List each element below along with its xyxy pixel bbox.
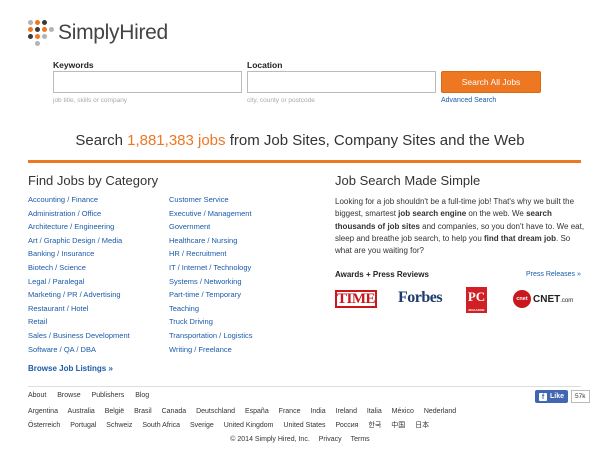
search-form: Keywords job title, skills or company Lo…	[53, 60, 553, 110]
category-link[interactable]: IT / Internet / Technology	[169, 261, 309, 275]
footer-links: About Browse Publishers Blog	[28, 392, 158, 399]
keywords-label: Keywords	[53, 60, 94, 70]
footer-link-browse[interactable]: Browse	[57, 392, 80, 399]
country-link[interactable]: Sverige	[190, 422, 214, 429]
logo-text: SimplyHired	[58, 21, 168, 44]
country-link[interactable]: 中国	[391, 422, 405, 429]
time-logo: TIME	[335, 290, 377, 308]
country-link[interactable]: Brasil	[134, 408, 152, 415]
footer-divider	[28, 386, 581, 387]
category-link[interactable]: Legal / Paralegal	[28, 275, 168, 289]
made-simple-text: Looking for a job shouldn't be a full-ti…	[335, 197, 585, 256]
category-link[interactable]: Restaurant / Hotel	[28, 302, 168, 316]
awards-logos: TIME Forbes PC MAGAZINE cnet CNET.com	[335, 287, 585, 315]
country-link[interactable]: Canada	[162, 408, 187, 415]
logo-dots-icon	[28, 20, 54, 46]
category-link[interactable]: Retail	[28, 315, 168, 329]
country-link[interactable]: South Africa	[142, 422, 180, 429]
press-releases-link[interactable]: Press Releases »	[526, 271, 581, 278]
category-link[interactable]: Teaching	[169, 302, 309, 316]
simplyhired-logo[interactable]: SimplyHired	[28, 18, 168, 48]
search-all-jobs-button[interactable]: Search All Jobs	[441, 71, 541, 93]
location-hint: city, county or postcode	[247, 97, 315, 104]
browse-job-listings-link[interactable]: Browse Job Listings »	[28, 364, 113, 373]
country-link[interactable]: France	[279, 408, 301, 415]
footer-link-blog[interactable]: Blog	[135, 392, 149, 399]
country-link[interactable]: United Kingdom	[224, 422, 274, 429]
category-link[interactable]: Healthcare / Nursing	[169, 234, 309, 248]
made-simple-title: Job Search Made Simple	[335, 173, 481, 188]
keywords-input[interactable]	[53, 71, 242, 93]
country-link[interactable]: United States	[283, 422, 325, 429]
keywords-hint: job title, skills or company	[53, 97, 128, 104]
country-link[interactable]: Australia	[68, 408, 95, 415]
category-link[interactable]: Transportation / Logistics	[169, 329, 309, 343]
copyright-text: © 2014 Simply Hired, Inc.	[230, 436, 310, 443]
location-input[interactable]	[247, 71, 436, 93]
category-link[interactable]: Banking / Insurance	[28, 247, 168, 261]
copyright-line: © 2014 Simply Hired, Inc. Privacy Terms	[0, 436, 600, 443]
category-link[interactable]: Accounting / Finance	[28, 193, 168, 207]
category-link[interactable]: Biotech / Science	[28, 261, 168, 275]
country-link[interactable]: Deutschland	[196, 408, 235, 415]
facebook-like-button[interactable]: f Like	[535, 390, 569, 403]
advanced-search-link[interactable]: Advanced Search	[441, 97, 496, 104]
country-link[interactable]: México	[392, 408, 414, 415]
cnet-logo: cnet CNET.com	[513, 290, 573, 308]
category-link[interactable]: Sales / Business Development	[28, 329, 168, 343]
headline-prefix: Search	[75, 132, 123, 149]
country-link[interactable]: Россия	[335, 422, 358, 429]
forbes-logo: Forbes	[398, 289, 443, 306]
location-label: Location	[247, 60, 283, 70]
awards-title: Awards + Press Reviews	[335, 270, 429, 279]
job-count-headline: Search 1,881,383 jobs from Job Sites, Co…	[0, 132, 600, 149]
country-link[interactable]: Österreich	[28, 422, 60, 429]
facebook-like: f Like 57k	[535, 390, 590, 403]
job-count: 1,881,383 jobs	[127, 132, 226, 149]
category-link[interactable]: Art / Graphic Design / Media	[28, 234, 168, 248]
category-link[interactable]: HR / Recruitment	[169, 247, 309, 261]
footer-link-publishers[interactable]: Publishers	[92, 392, 125, 399]
country-link[interactable]: 한국	[368, 422, 381, 429]
country-link[interactable]: España	[245, 408, 269, 415]
category-link[interactable]: Customer Service	[169, 193, 309, 207]
category-link[interactable]: Government	[169, 220, 309, 234]
country-link[interactable]: België	[105, 408, 124, 415]
categories-title: Find Jobs by Category	[28, 173, 159, 188]
country-link[interactable]: Argentina	[28, 408, 58, 415]
categories-right-column: Customer Service Executive / Management …	[169, 193, 309, 356]
country-link[interactable]: Schweiz	[106, 422, 132, 429]
category-link[interactable]: Administration / Office	[28, 207, 168, 221]
country-link[interactable]: Italia	[367, 408, 382, 415]
category-link[interactable]: Part-time / Temporary	[169, 288, 309, 302]
category-link[interactable]: Writing / Freelance	[169, 343, 309, 357]
country-link[interactable]: India	[310, 408, 325, 415]
facebook-icon: f	[539, 392, 547, 401]
country-link[interactable]: Portugal	[70, 422, 96, 429]
pc-magazine-logo: PC MAGAZINE	[466, 287, 487, 313]
terms-link[interactable]: Terms	[351, 436, 370, 443]
privacy-link[interactable]: Privacy	[319, 436, 342, 443]
category-link[interactable]: Architecture / Engineering	[28, 220, 168, 234]
country-link[interactable]: Nederland	[424, 408, 456, 415]
category-link[interactable]: Software / QA / DBA	[28, 343, 168, 357]
category-link[interactable]: Executive / Management	[169, 207, 309, 221]
headline-suffix: from Job Sites, Company Sites and the We…	[229, 132, 525, 149]
countries-row-1: Argentina Australia België Brasil Canada…	[28, 408, 464, 415]
like-count: 57k	[571, 390, 590, 403]
country-link[interactable]: 日本	[415, 422, 429, 429]
categories-left-column: Accounting / Finance Administration / Of…	[28, 193, 168, 356]
countries-row-2: Österreich Portugal Schweiz South Africa…	[28, 420, 437, 430]
category-link[interactable]: Marketing / PR / Advertising	[28, 288, 168, 302]
category-link[interactable]: Systems / Networking	[169, 275, 309, 289]
country-link[interactable]: Ireland	[336, 408, 357, 415]
category-link[interactable]: Truck Driving	[169, 315, 309, 329]
orange-divider	[28, 160, 581, 163]
footer-link-about[interactable]: About	[28, 392, 46, 399]
